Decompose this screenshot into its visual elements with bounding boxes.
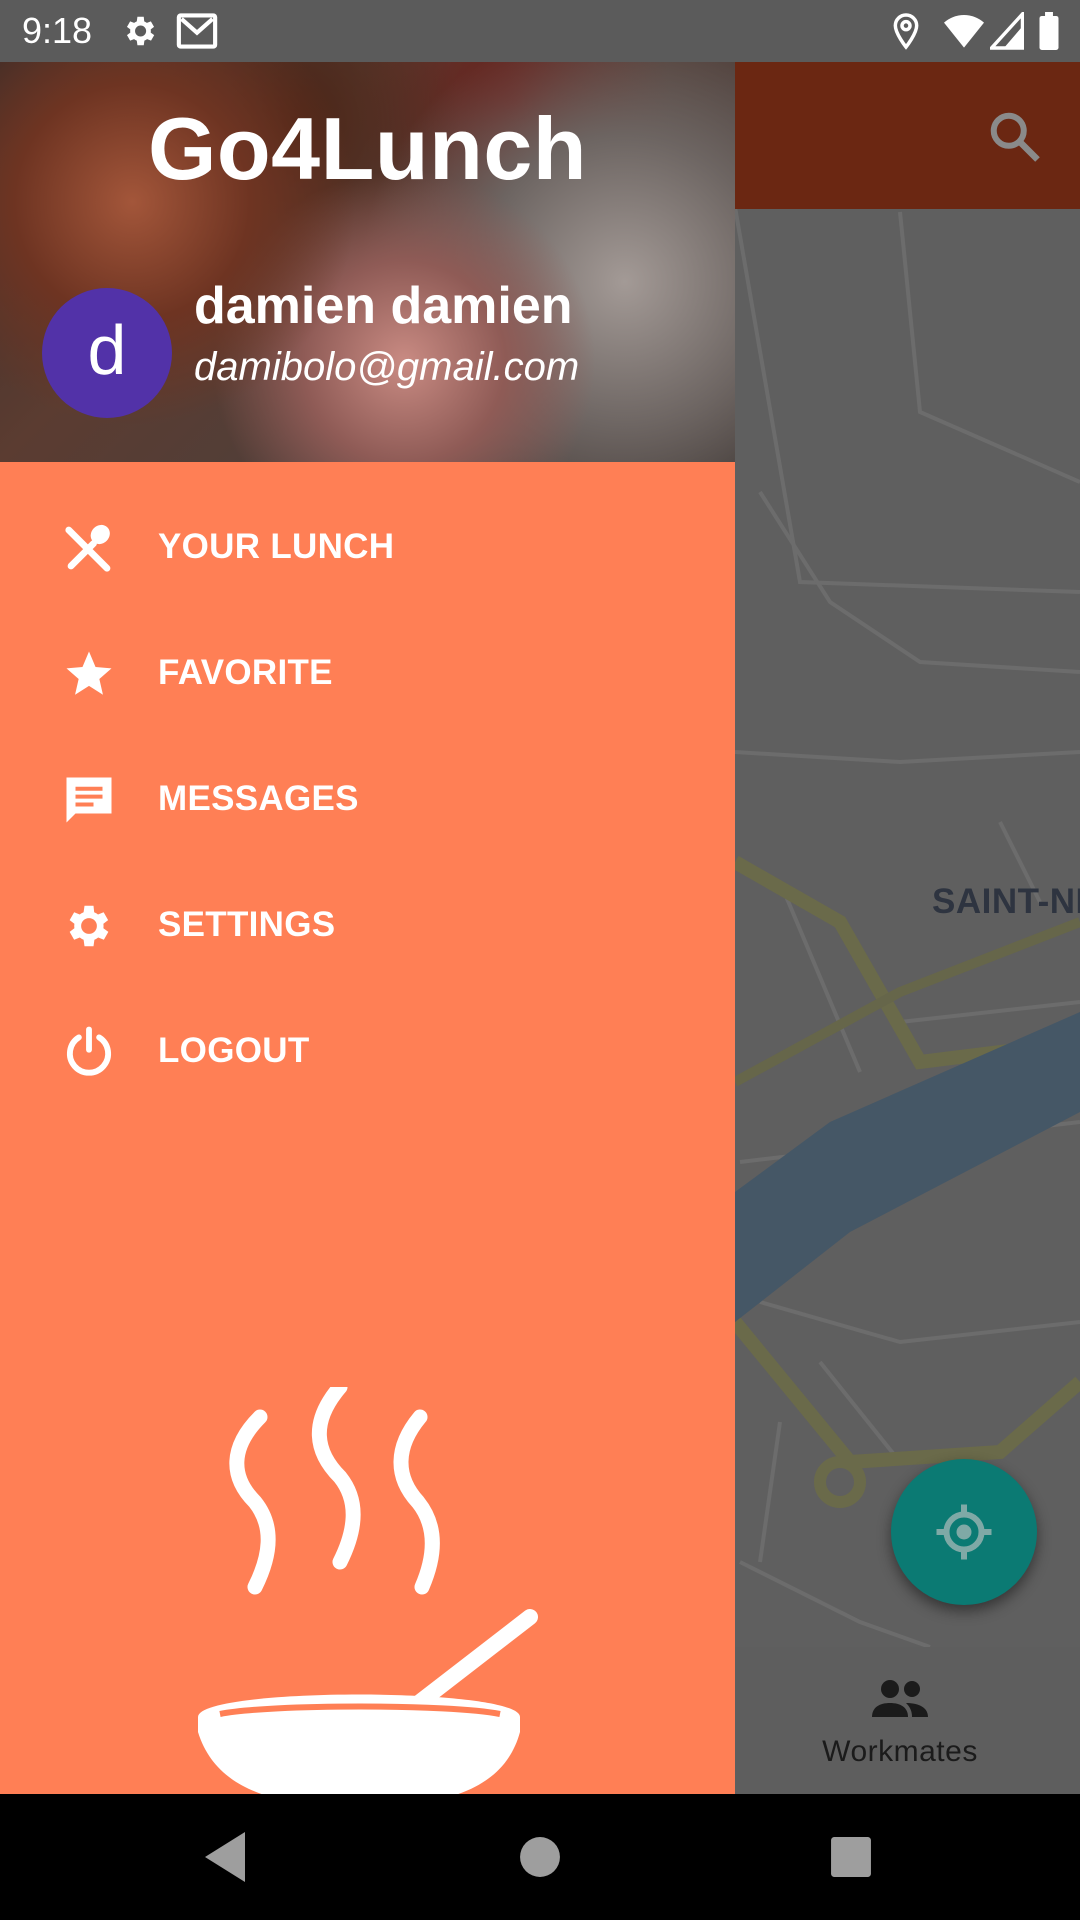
search-icon[interactable] bbox=[985, 107, 1045, 167]
menu-item-label: SETTINGS bbox=[158, 905, 336, 944]
my-location-button[interactable] bbox=[891, 1459, 1037, 1605]
gear-icon bbox=[120, 12, 158, 55]
bottom-nav-label: Workmates bbox=[822, 1735, 978, 1768]
map-label: SAINT-NI bbox=[932, 882, 1080, 921]
gmail-icon bbox=[176, 12, 218, 55]
cell-signal-icon bbox=[987, 9, 1025, 55]
menu-item-label: FAVORITE bbox=[158, 653, 333, 692]
menu-item-your-lunch[interactable]: YOUR LUNCH bbox=[0, 483, 735, 609]
bottom-nav-item-workmates[interactable]: Workmates bbox=[800, 1647, 1000, 1794]
system-navigation-bar bbox=[0, 1794, 1080, 1920]
location-pin-icon bbox=[890, 12, 922, 55]
user-email: damibolo@gmail.com bbox=[194, 345, 580, 389]
menu-item-messages[interactable]: MESSAGES bbox=[0, 735, 735, 861]
back-button[interactable] bbox=[200, 1827, 250, 1892]
hot-soup-bowl-illustration bbox=[198, 1387, 538, 1794]
my-location-icon bbox=[936, 1504, 992, 1560]
people-icon bbox=[870, 1677, 930, 1726]
menu-item-settings[interactable]: SETTINGS bbox=[0, 861, 735, 987]
avatar[interactable]: d bbox=[42, 288, 172, 418]
menu-item-label: YOUR LUNCH bbox=[158, 527, 395, 566]
recents-button[interactable] bbox=[830, 1827, 872, 1892]
drawer-header: Go4Lunch d damien damien damibolo@gmail.… bbox=[0, 62, 735, 462]
status-time: 9:18 bbox=[22, 10, 93, 51]
user-name: damien damien bbox=[194, 277, 573, 335]
wifi-icon bbox=[944, 12, 984, 55]
menu-item-label: MESSAGES bbox=[158, 779, 359, 818]
status-bar: 9:18 bbox=[0, 0, 1080, 62]
fork-spoon-icon bbox=[62, 521, 116, 575]
menu-item-label: LOGOUT bbox=[158, 1031, 310, 1070]
menu-item-logout[interactable]: LOGOUT bbox=[0, 987, 735, 1113]
app-title: Go4Lunch bbox=[147, 99, 588, 198]
power-icon bbox=[62, 1025, 116, 1079]
settings-icon bbox=[62, 899, 116, 953]
battery-icon bbox=[1038, 12, 1060, 55]
star-icon bbox=[62, 647, 116, 701]
message-icon bbox=[62, 773, 116, 827]
menu-item-favorite[interactable]: FAVORITE bbox=[0, 609, 735, 735]
navigation-drawer: Go4Lunch d damien damien damibolo@gmail.… bbox=[0, 62, 735, 1794]
home-button[interactable] bbox=[519, 1827, 561, 1892]
